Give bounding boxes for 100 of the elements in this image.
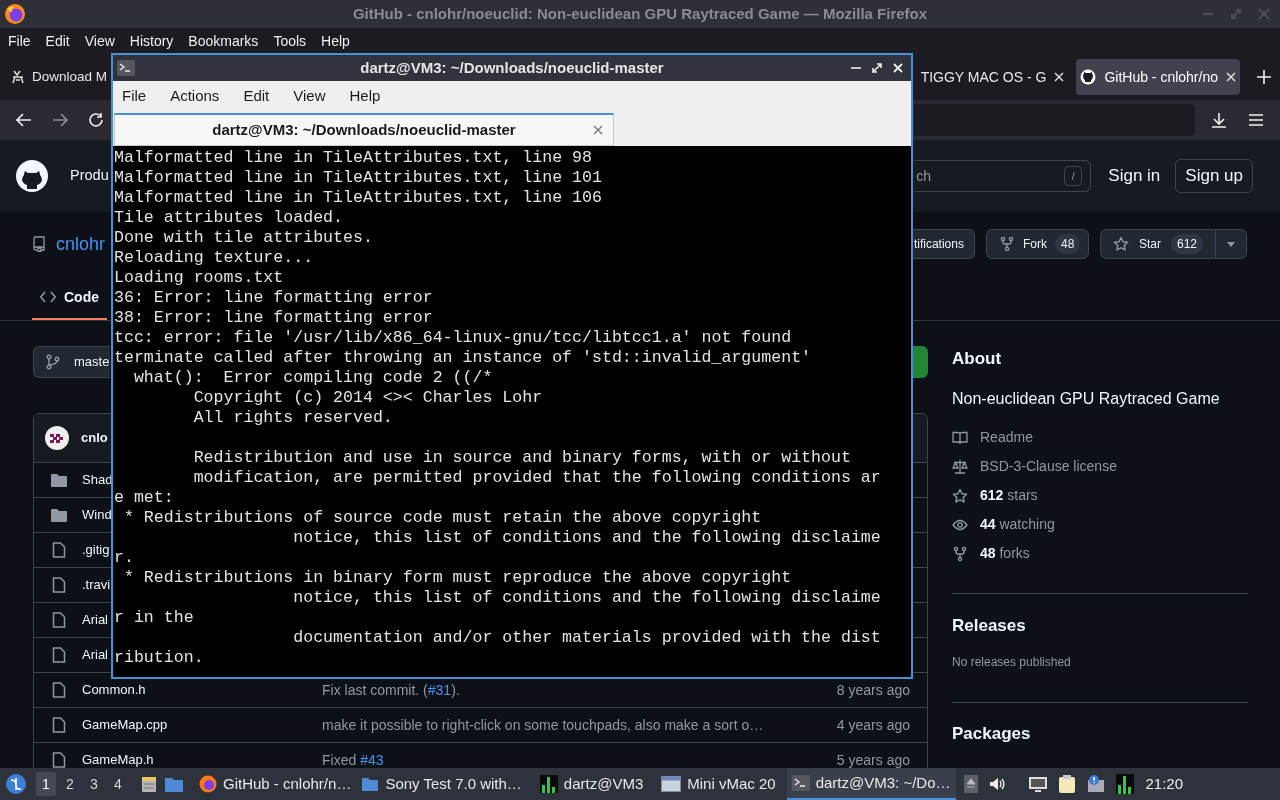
about-link[interactable]: 44 watching (980, 514, 1055, 535)
clipboard-icon[interactable] (1057, 774, 1076, 794)
browser-tab[interactable]: GitHub - cnlohr/no (1076, 59, 1240, 95)
menu-item[interactable]: View (293, 84, 326, 108)
avatar-icon (45, 426, 69, 450)
menu-item[interactable]: Help (321, 30, 350, 52)
about-link[interactable]: 48 forks (980, 543, 1030, 564)
github-logo-icon[interactable] (16, 160, 48, 192)
commit-message: make it possible to right-click on some touchpads, also make a sort o… (322, 715, 764, 735)
branch-button[interactable]: maste (33, 346, 110, 378)
workspace-button[interactable]: 1 (36, 772, 56, 796)
eject-icon[interactable] (963, 775, 978, 793)
menu-item[interactable]: History (129, 30, 174, 52)
taskbar-button[interactable]: GitHub - cnlohr/n… (194, 768, 357, 800)
browser-tab[interactable]: Download M (4, 59, 110, 95)
file-name-link[interactable]: GameMap.h (82, 750, 154, 770)
volume-icon[interactable] (987, 775, 1006, 793)
terminal-output: Malformatted line in TileAttributes.txt, line 98 Malformatted line in TileAttributes.txt, line 101 Malformatted line in TileAttributes.txt, line 106 Tile attributes loaded. Done with tile attributes. Reloading texture... Loading rooms.txt 36: Error: line formatting error 38: Error: line formatting error tcc: error: file '/usr/lib/x86_64-linux-gnu/tcc/libtcc1.a' not found terminate called after throwing an instance of 'std::invalid_argument' what(): Error compiling code 2 ((/* Copyright (c) 2014 <>< Charles Lohr All rights reserved. Redistribution and use in source and binary forms, with or without modification, are permitted provided that the following conditions ar e met: * Redistributions of source code must retain the above copyright notice, this list of conditions and the following disclaime r. * Redistributions in binary form must reproduce the above copyright notice, this list of conditions and the following disclaime r in the documentation and/or other materials provided with the dist ribution. (114, 148, 881, 668)
file-name-link[interactable]: .travi (82, 575, 111, 595)
star-icon (1112, 236, 1129, 252)
fork-icon (952, 545, 968, 562)
file-icon (52, 717, 66, 733)
branch-icon (46, 354, 60, 370)
count-badge: 612 (1170, 234, 1203, 254)
folder-icon[interactable] (164, 775, 184, 793)
search-field[interactable]: ch / (914, 160, 1092, 192)
back-icon[interactable] (15, 111, 33, 129)
file-icon (52, 647, 66, 663)
folder-icon (361, 776, 380, 792)
file-icon (52, 682, 66, 698)
shortcut-key: / (1064, 166, 1083, 186)
notifications-button[interactable]: tifications (912, 229, 975, 259)
scale-icon (952, 458, 968, 475)
section-heading: Packages (952, 723, 1032, 746)
taskbar-button[interactable]: dartz@VM3: ~/Do… (786, 768, 956, 800)
about-link[interactable]: BSD-3-Clause license (980, 456, 1117, 477)
terminal-icon (117, 60, 135, 76)
repo-icon (32, 236, 46, 252)
file-name-link[interactable]: .gitig (82, 540, 110, 560)
browser-tab[interactable]: TIGGY MAC OS - G (916, 59, 1069, 95)
section-heading: Releases (952, 615, 1027, 638)
file-name-link[interactable]: Arial (82, 610, 108, 630)
file-name-link[interactable]: GameMap.cpp (82, 715, 168, 735)
repo-owner-link[interactable]: cnlohr (56, 230, 106, 258)
cpu-graph-icon[interactable] (1115, 774, 1134, 794)
file-name-link[interactable]: Wind (82, 505, 112, 525)
taskbar-button[interactable]: Mini vMac 20 (656, 768, 781, 800)
update-alert-icon[interactable] (1085, 774, 1106, 794)
plus-icon[interactable] (1257, 70, 1271, 84)
code-button[interactable] (913, 346, 928, 378)
sign-up-button[interactable]: Sign up (1175, 159, 1253, 193)
issue-link[interactable]: #43 (360, 751, 384, 768)
commit-time: 8 years ago (836, 680, 910, 700)
commit-author[interactable]: cnlo (81, 428, 108, 448)
reload-icon[interactable] (87, 111, 105, 129)
start-menu-icon[interactable] (5, 773, 27, 795)
menu-item[interactable]: Edit (45, 30, 70, 52)
menu-item[interactable]: File (122, 84, 147, 108)
about-link[interactable]: 612 stars (980, 485, 1038, 506)
menu-item[interactable]: Actions (170, 84, 220, 108)
terminal-tab[interactable]: dartz@VM3: ~/Downloads/noeuclid-master (114, 113, 614, 146)
about-link[interactable]: Readme (980, 427, 1033, 448)
file-icon (52, 577, 66, 593)
file-cabinet-icon[interactable] (140, 775, 158, 793)
repo-description: Non-euclidean GPU Raytraced Game (952, 389, 1221, 409)
dropdown-caret-icon[interactable] (1227, 241, 1235, 247)
taskbar-button[interactable]: Sony Test 7.0 with… (356, 768, 527, 800)
file-icon (52, 612, 66, 628)
file-icon (52, 542, 66, 558)
menu-item[interactable]: Help (349, 84, 381, 108)
issue-link[interactable]: #31 (427, 681, 452, 698)
terminal-icon (791, 775, 810, 791)
firefox-icon (4, 3, 26, 25)
file-name-link[interactable]: Common.h (82, 680, 146, 700)
github-icon (1080, 69, 1097, 85)
menu-icon[interactable] (1248, 113, 1264, 127)
menu-item[interactable]: Tools (273, 30, 307, 52)
workspace-button[interactable]: 2 (60, 772, 80, 796)
count-badge: 48 (1054, 234, 1081, 254)
section-heading: About (952, 348, 1003, 371)
file-name-link[interactable]: Arial (82, 645, 108, 665)
menu-item[interactable]: File (8, 30, 31, 52)
code-icon (40, 291, 56, 303)
file-icon (52, 752, 66, 768)
workspace-button[interactable]: 3 (84, 772, 104, 796)
menu-item[interactable]: Bookmarks (188, 30, 259, 52)
window-icon (661, 776, 682, 792)
empty-note: No releases published (952, 654, 1072, 671)
menu-item[interactable]: Edit (243, 84, 270, 108)
sign-in-link[interactable]: Sign in (1108, 163, 1161, 189)
nav-link[interactable]: Produ (70, 165, 109, 187)
code-tab[interactable]: Code (32, 276, 107, 320)
forward-icon[interactable] (51, 111, 69, 129)
taskbar-button[interactable]: dartz@VM3 (534, 768, 649, 800)
workspace-button[interactable]: 4 (108, 772, 128, 796)
cpu-graph-icon (539, 775, 558, 793)
menu-item[interactable]: View (84, 30, 115, 52)
download-icon[interactable] (1210, 111, 1228, 129)
fork-button[interactable]: Fork 48 (985, 229, 1089, 259)
commit-message: Fix last commit. (#31). (322, 680, 460, 700)
